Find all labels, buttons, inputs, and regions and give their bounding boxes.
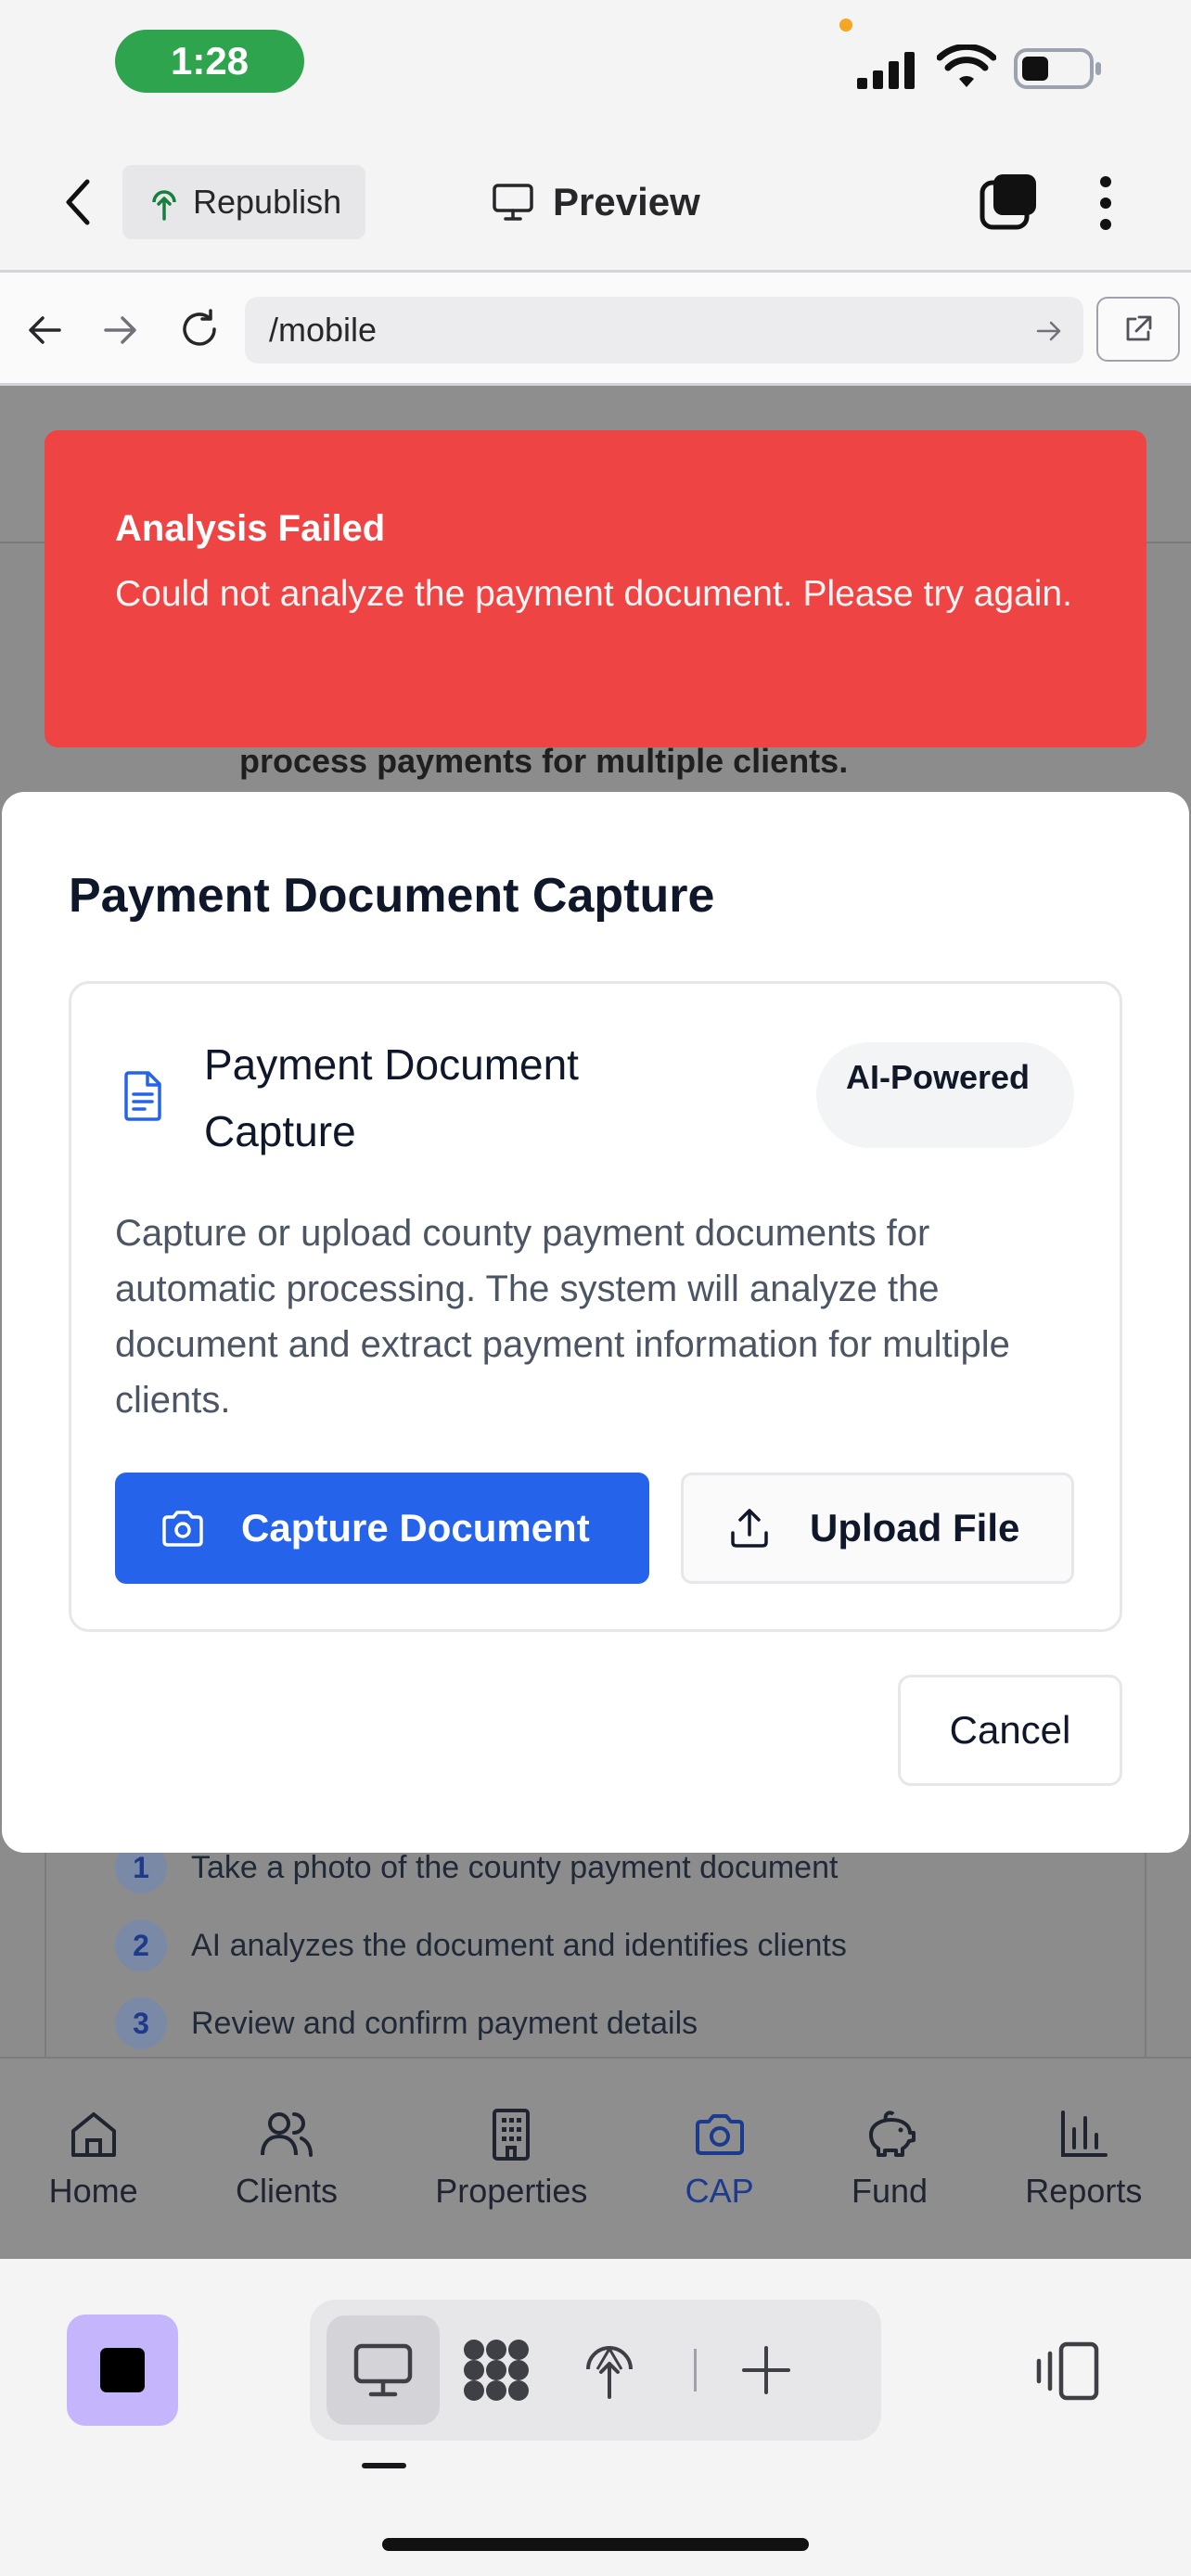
active-view-underline xyxy=(362,2463,406,2468)
tabs-overview-icon[interactable] xyxy=(980,172,1039,230)
capture-label: Capture Document xyxy=(241,1506,590,1549)
nav-item-fund[interactable]: Fund xyxy=(852,2107,928,2211)
republish-label: Republish xyxy=(193,183,342,221)
more-vertical-icon[interactable] xyxy=(1096,174,1115,232)
step-text: Review and confirm payment details xyxy=(191,2005,698,2041)
nav-item-reports[interactable]: Reports xyxy=(1025,2107,1142,2211)
cancel-button[interactable]: Cancel xyxy=(898,1675,1122,1786)
step-item: 2 AI analyzes the document and identifie… xyxy=(115,1919,847,1971)
camera-icon xyxy=(161,1509,204,1548)
preview-button[interactable]: Preview xyxy=(492,174,700,230)
battery-icon xyxy=(1013,46,1104,91)
toast-message: Could not analyze the payment document. … xyxy=(115,574,1072,614)
nav-label: Fund xyxy=(851,2172,928,2210)
privacy-indicator-dot xyxy=(839,19,852,32)
step-text: Take a photo of the county payment docum… xyxy=(191,1849,839,1885)
open-external-button[interactable] xyxy=(1096,297,1180,362)
upload-file-button[interactable]: Upload File xyxy=(681,1473,1074,1584)
preview-label: Preview xyxy=(553,180,700,223)
view-mode-switcher xyxy=(310,2300,881,2441)
nav-item-properties[interactable]: Properties xyxy=(435,2107,587,2211)
camera-icon xyxy=(692,2107,748,2162)
url-input[interactable]: /mobile xyxy=(245,297,1083,363)
deploy-view-button[interactable] xyxy=(553,2315,666,2425)
step-item: 3 Review and confirm payment details xyxy=(115,1997,698,2049)
components-view-button[interactable] xyxy=(440,2315,553,2425)
home-icon xyxy=(66,2107,122,2162)
monitor-icon xyxy=(492,183,534,222)
stop-button[interactable] xyxy=(67,2315,178,2426)
monitor-icon xyxy=(352,2342,414,2398)
step-number: 3 xyxy=(115,1997,167,2049)
nav-item-home[interactable]: Home xyxy=(49,2107,138,2211)
ai-powered-badge: AI-Powered xyxy=(816,1042,1074,1148)
desktop-view-button[interactable] xyxy=(327,2315,440,2425)
step-number: 2 xyxy=(115,1919,167,1971)
segment-divider xyxy=(694,2349,697,2391)
deploy-icon xyxy=(583,2340,636,2401)
cellular-signal-icon xyxy=(855,48,920,91)
card-title: Payment Document Capture xyxy=(204,1040,579,1155)
go-arrow-icon[interactable] xyxy=(1035,317,1063,345)
stop-icon xyxy=(98,2346,147,2394)
upload-label: Upload File xyxy=(810,1506,1020,1549)
step-text: AI analyzes the document and identifies … xyxy=(191,1927,847,1963)
piggy-bank-icon xyxy=(862,2107,917,2162)
capture-document-button[interactable]: Capture Document xyxy=(115,1473,649,1584)
nav-label: Reports xyxy=(1025,2172,1143,2210)
modal-title: Payment Document Capture xyxy=(69,869,715,923)
upload-icon xyxy=(728,1507,771,1549)
file-text-icon xyxy=(121,1070,165,1122)
nav-label: Clients xyxy=(235,2172,338,2210)
device-frame-icon[interactable] xyxy=(1033,2339,1102,2404)
plus-icon xyxy=(740,2344,792,2396)
nav-item-cap[interactable]: CAP xyxy=(685,2107,754,2211)
users-icon xyxy=(259,2107,314,2162)
toast-title: Analysis Failed xyxy=(115,508,386,549)
nav-item-clients[interactable]: Clients xyxy=(236,2107,338,2211)
nav-label: Properties xyxy=(435,2172,588,2210)
card-description: Capture or upload county payment documen… xyxy=(115,1213,1010,1421)
browser-forward-icon[interactable] xyxy=(102,312,139,349)
building-icon xyxy=(483,2107,539,2162)
reload-icon[interactable] xyxy=(178,308,221,351)
url-text: /mobile xyxy=(269,311,378,349)
back-icon[interactable] xyxy=(58,176,98,228)
nav-label: CAP xyxy=(685,2172,754,2210)
home-indicator xyxy=(382,2538,809,2551)
wifi-icon xyxy=(937,45,996,91)
browser-back-icon[interactable] xyxy=(26,312,63,349)
error-toast[interactable]: Analysis Failed Could not analyze the pa… xyxy=(45,430,1146,747)
add-view-button[interactable] xyxy=(724,2315,808,2425)
page-intro-text: process payments for multiple clients. xyxy=(239,742,849,780)
nav-label: Home xyxy=(48,2172,138,2210)
republish-icon xyxy=(148,184,180,221)
bar-chart-icon xyxy=(1056,2107,1111,2162)
status-time: 1:28 xyxy=(115,30,304,93)
republish-button[interactable]: Republish xyxy=(122,165,365,239)
shapes-grid-icon xyxy=(461,2337,531,2404)
bottom-navigation: Home Clients Properties CAP Fund Reports xyxy=(0,2057,1191,2259)
external-link-icon xyxy=(1122,313,1154,345)
